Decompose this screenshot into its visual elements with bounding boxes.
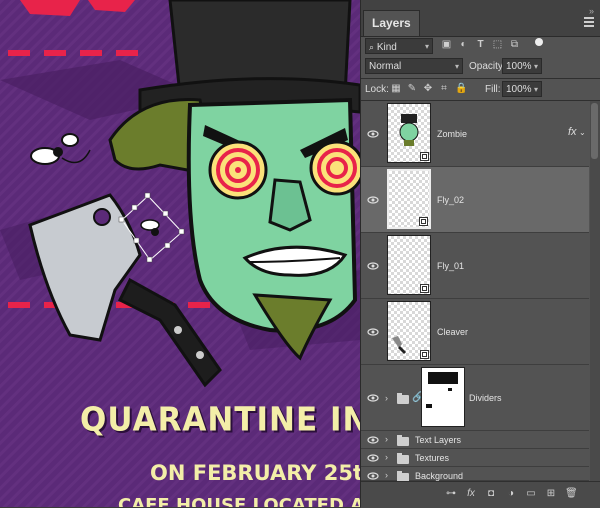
search-icon: ⌕: [369, 42, 375, 52]
layer-group-background[interactable]: › Background: [361, 467, 589, 482]
pixel-filter-icon[interactable]: ▣: [441, 39, 452, 50]
layers-panel: Layers » ⌕ Kind ▾ ▣ ◐ T ⬚ ⧉ Normal ▾ Opa…: [360, 0, 600, 508]
blend-mode-label: Normal: [369, 61, 402, 72]
type-filter-icon[interactable]: T: [475, 39, 486, 50]
layer-name[interactable]: Fly_01: [437, 261, 464, 271]
document-canvas[interactable]: QUARANTINE INS ON FEBRUARY 25th PROC CAF…: [0, 0, 360, 507]
eye-icon[interactable]: [367, 194, 379, 206]
folder-icon: [397, 393, 409, 404]
eye-icon[interactable]: [367, 260, 379, 272]
smart-object-badge-icon: [420, 152, 429, 161]
add-mask-icon[interactable]: ◘: [485, 488, 497, 500]
eye-icon[interactable]: [367, 434, 379, 446]
layer-group-textures[interactable]: › Textures: [361, 449, 589, 467]
chevron-down-icon: ▾: [533, 85, 538, 94]
new-group-icon[interactable]: ▭: [525, 488, 537, 500]
folder-icon: [397, 435, 409, 446]
poster-headline: QUARANTINE INS: [80, 401, 360, 439]
eye-icon[interactable]: [367, 392, 379, 404]
eye-icon[interactable]: [367, 452, 379, 464]
filter-kind-select[interactable]: ⌕ Kind ▾: [365, 38, 433, 54]
layers-scrollbar[interactable]: [590, 101, 600, 481]
smart-object-badge-icon: [420, 350, 429, 359]
fill-field[interactable]: 100% ▾: [502, 81, 542, 97]
add-style-icon[interactable]: fx: [465, 488, 477, 500]
filter-kind-label: Kind: [376, 42, 397, 53]
chevron-right-icon[interactable]: ›: [385, 434, 388, 444]
chevron-down-icon: ▾: [533, 62, 538, 71]
layer-row-zombie[interactable]: Zombie fx ⌄: [361, 101, 589, 167]
layer-name[interactable]: Cleaver: [437, 327, 468, 337]
layers-bottom-toolbar: ⊶ fx ◘ ◑ ▭ ⊞ 🗑: [361, 481, 600, 508]
lock-all-icon[interactable]: 🔒: [455, 84, 467, 94]
layer-thumbnail: [387, 169, 431, 229]
new-adjustment-icon[interactable]: ◑: [505, 488, 517, 500]
opacity-value: 100%: [506, 61, 532, 72]
chevron-right-icon[interactable]: ›: [385, 452, 388, 462]
smart-object-filter-icon[interactable]: ⧉: [509, 39, 520, 50]
lock-transparent-icon[interactable]: ▦: [391, 84, 401, 94]
scrollbar-thumb[interactable]: [591, 103, 598, 159]
layer-row-dividers[interactable]: › 🔗 Dividers: [361, 365, 589, 431]
lock-position-icon[interactable]: ✥: [423, 84, 433, 94]
panel-tab-bar: Layers »: [361, 0, 600, 37]
collapse-icon[interactable]: »: [589, 6, 594, 16]
fill-label: Fill:: [485, 84, 501, 95]
chevron-right-icon[interactable]: ›: [385, 393, 388, 403]
opacity-field[interactable]: 100% ▾: [502, 58, 542, 74]
opacity-label: Opacity:: [469, 61, 506, 72]
panel-menu-icon[interactable]: [584, 17, 594, 29]
eye-icon[interactable]: [367, 326, 379, 338]
layer-name[interactable]: Dividers: [469, 393, 502, 403]
chevron-down-icon: ▾: [424, 42, 429, 51]
lock-artboard-icon[interactable]: ⌗: [439, 84, 449, 94]
trash-icon[interactable]: 🗑: [565, 488, 578, 500]
layer-mask-thumbnail: [421, 367, 465, 427]
eye-icon[interactable]: [367, 128, 379, 140]
divider: [361, 78, 600, 79]
chevron-down-icon: ▾: [454, 62, 459, 71]
layer-thumbnail: [387, 235, 431, 295]
poster-date-line: ON FEBRUARY 25th PROC: [150, 461, 360, 485]
layer-name[interactable]: Zombie: [437, 129, 467, 139]
chevron-down-icon[interactable]: ⌄: [579, 128, 586, 137]
blend-mode-select[interactable]: Normal ▾: [365, 58, 463, 74]
smart-object-badge-icon: [420, 284, 429, 293]
layer-row-fly-02[interactable]: Fly_02: [361, 167, 589, 233]
layer-group-text-layers[interactable]: › Text Layers: [361, 431, 589, 449]
group-name[interactable]: Textures: [415, 453, 449, 463]
group-name[interactable]: Text Layers: [415, 435, 461, 445]
fx-icon[interactable]: fx: [568, 126, 577, 138]
new-layer-icon[interactable]: ⊞: [545, 488, 557, 500]
chevron-right-icon[interactable]: ›: [385, 470, 388, 480]
shape-filter-icon[interactable]: ⬚: [492, 39, 503, 50]
layer-thumbnail: [387, 103, 431, 163]
lock-label: Lock:: [365, 84, 389, 95]
fill-value: 100%: [506, 84, 532, 95]
layer-row-fly-01[interactable]: Fly_01: [361, 233, 589, 299]
tab-layers[interactable]: Layers: [363, 10, 420, 36]
layer-name[interactable]: Fly_02: [437, 195, 464, 205]
poster-venue-line: CAFE HOUSE LOCATED AT 123: [118, 495, 360, 507]
adjustment-filter-icon[interactable]: ◐: [458, 39, 469, 50]
group-name[interactable]: Background: [415, 471, 463, 481]
filter-toggle[interactable]: [535, 38, 543, 46]
folder-icon: [397, 453, 409, 464]
lock-paint-icon[interactable]: ✎: [407, 84, 417, 94]
layer-row-cleaver[interactable]: Cleaver: [361, 299, 589, 365]
layer-thumbnail: [387, 301, 431, 361]
smart-object-badge-icon: [419, 217, 428, 226]
link-layers-icon[interactable]: ⊶: [445, 488, 457, 500]
tab-layers-label: Layers: [372, 16, 411, 30]
